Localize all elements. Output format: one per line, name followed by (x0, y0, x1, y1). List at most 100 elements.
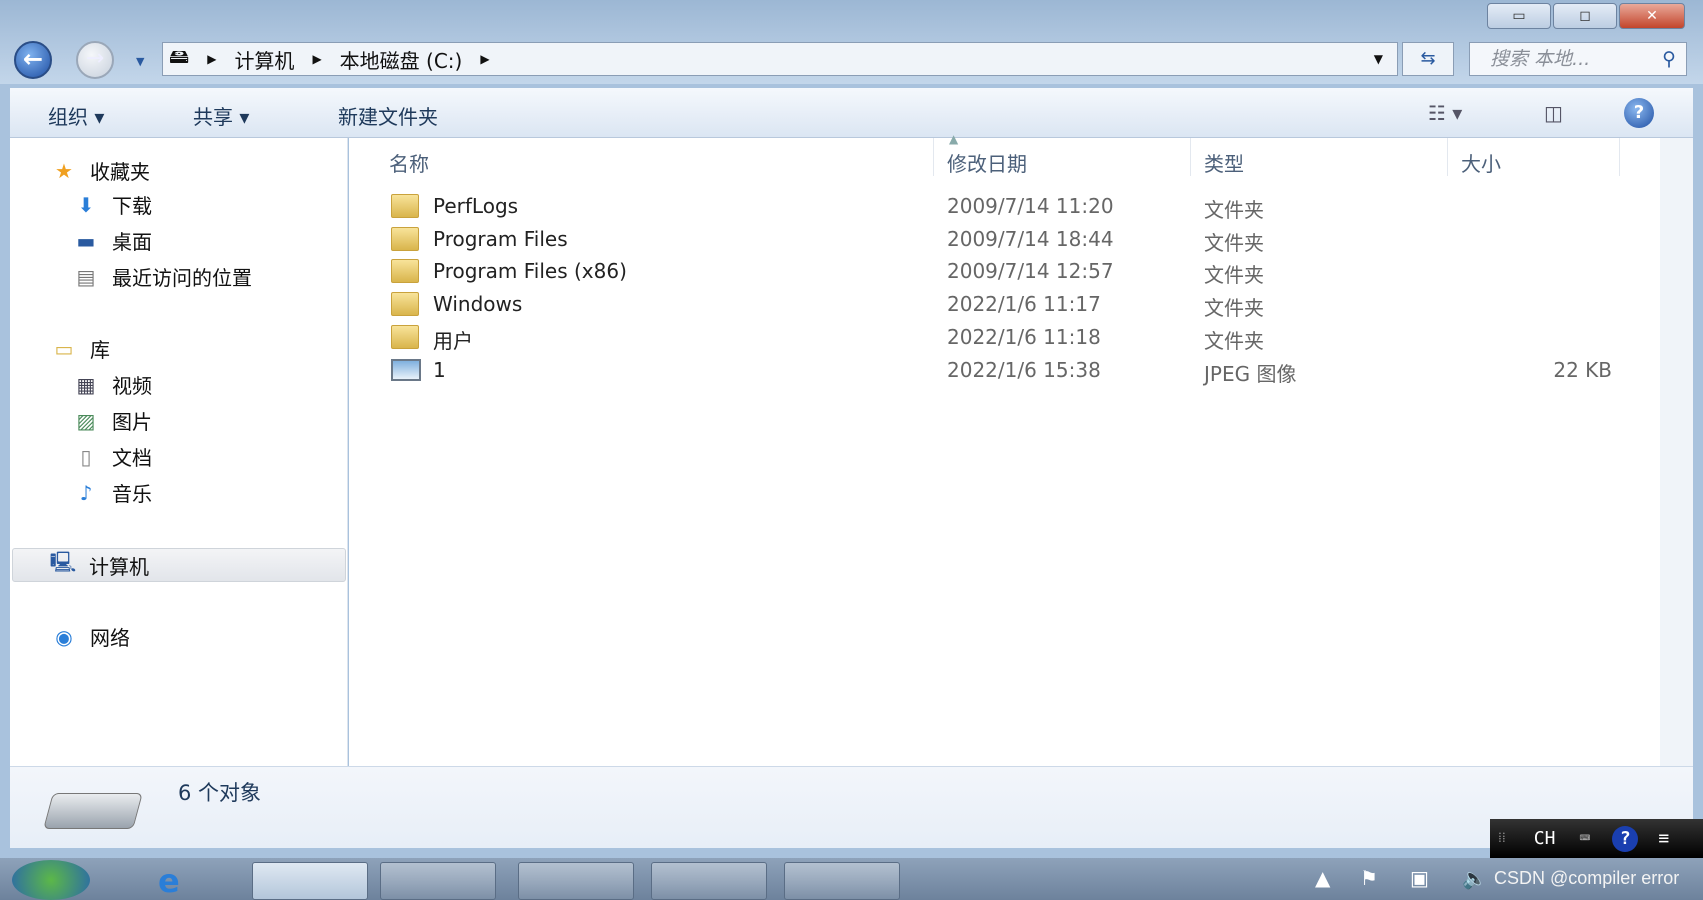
file-list: ▲ 名称 修改日期 类型 大小 PerfLogs 2009/7/14 11:20… (349, 132, 1660, 766)
nav-downloads[interactable]: ⬇ 下载 (70, 190, 152, 219)
nav-label: 收藏夹 (90, 160, 150, 184)
folder-icon (391, 194, 419, 218)
file-row[interactable]: Program Files 2009/7/14 18:44 文件夹 (349, 223, 1660, 255)
file-type: 文件夹 (1204, 328, 1264, 353)
file-row[interactable]: Windows 2022/1/6 11:17 文件夹 (349, 288, 1660, 320)
breadcrumb-local-disk[interactable]: 本地磁盘 (C:) (340, 45, 463, 74)
file-type: 文件夹 (1204, 230, 1264, 255)
video-icon: ▦ (76, 372, 96, 397)
nav-label: 下载 (112, 194, 152, 218)
network-tray-icon[interactable]: ▣ (1410, 866, 1429, 890)
taskbar-server-manager[interactable] (651, 862, 767, 900)
file-name: Program Files (433, 226, 568, 251)
language-bar: ⁞⁞ CH ⌨ ? ≡ (1490, 819, 1703, 858)
recent-places-icon: ▤ (76, 264, 96, 289)
show-hidden-icons[interactable]: ▲ (1315, 866, 1330, 890)
file-name: 1 (433, 357, 446, 382)
nav-network[interactable]: ◉ 网络 (48, 622, 130, 651)
column-name[interactable]: 名称 (389, 148, 429, 177)
organize-button[interactable]: 组织 ▾ (48, 101, 104, 130)
langbar-options-icon[interactable]: ≡ (1658, 828, 1669, 849)
nav-label: 库 (90, 338, 110, 362)
nav-label: 网络 (90, 626, 130, 650)
breadcrumb-computer[interactable]: 计算机 (234, 45, 294, 74)
scrollbar-area (1660, 138, 1693, 766)
maximize-button[interactable]: ◻ (1553, 3, 1617, 29)
action-center-flag-icon[interactable]: ⚑ (1360, 866, 1378, 890)
language-indicator[interactable]: CH (1534, 828, 1556, 849)
taskbar-toolbox[interactable] (518, 862, 634, 900)
file-type: JPEG 图像 (1204, 361, 1297, 386)
document-icon: ▯ (80, 444, 92, 469)
preview-pane-icon[interactable]: ◫ (1544, 101, 1563, 125)
column-type[interactable]: 类型 (1204, 148, 1244, 177)
nav-videos[interactable]: ▦ 视频 (70, 370, 152, 399)
desktop-icon: ▬ (76, 228, 96, 253)
address-dropdown-icon[interactable]: ▼ (1374, 52, 1383, 66)
volume-icon[interactable]: 🔈 (1462, 866, 1487, 890)
view-options-icon[interactable]: ☷ ▾ (1428, 101, 1462, 125)
address-bar[interactable]: 🖴 ▶ 计算机 ▶ 本地磁盘 (C:) ▶ ▼ (162, 42, 1398, 76)
taskbar-media-player[interactable] (380, 862, 496, 900)
pictures-icon: ▨ (76, 408, 96, 433)
refresh-button[interactable]: ⇆ (1402, 42, 1454, 76)
file-type: 文件夹 (1204, 263, 1264, 288)
file-date: 2009/7/14 12:57 (947, 259, 1114, 284)
column-headers: ▲ 名称 修改日期 类型 大小 (349, 132, 1660, 178)
nav-computer[interactable]: 🖳 计算机 (12, 548, 346, 582)
nav-libraries[interactable]: ▭ 库 (48, 334, 110, 363)
file-date: 2022/1/6 15:38 (947, 357, 1101, 382)
search-icon[interactable]: ⚲ (1662, 43, 1676, 75)
nav-label: 计算机 (89, 554, 149, 579)
recent-pages-dropdown[interactable]: ▼ (136, 55, 144, 68)
back-button[interactable]: ← (14, 41, 52, 79)
new-folder-button[interactable]: 新建文件夹 (338, 101, 438, 130)
file-name: Program Files (x86) (433, 259, 627, 284)
file-row[interactable]: Program Files (x86) 2009/7/14 12:57 文件夹 (349, 255, 1660, 287)
chevron-right-icon[interactable]: ▶ (312, 52, 321, 66)
column-size[interactable]: 大小 (1461, 148, 1501, 177)
nav-label: 桌面 (112, 230, 152, 254)
library-icon: ▭ (54, 336, 74, 361)
search-input[interactable]: 搜索 本地... ⚲ (1469, 42, 1687, 76)
command-bar: 组织 ▾ 共享 ▾ 新建文件夹 ☷ ▾ ◫ ? (10, 88, 1693, 138)
file-date: 2009/7/14 11:20 (947, 194, 1114, 218)
nav-music[interactable]: ♪ 音乐 (70, 478, 152, 507)
help-icon[interactable]: ? (1612, 825, 1639, 852)
details-pane: 6 个对象 (10, 766, 1693, 848)
nav-desktop[interactable]: ▬ 桌面 (70, 226, 152, 255)
share-button[interactable]: 共享 ▾ (193, 101, 249, 130)
nav-pictures[interactable]: ▨ 图片 (70, 406, 152, 435)
help-button[interactable]: ? (1624, 98, 1654, 128)
download-folder-icon: ⬇ (77, 192, 95, 217)
file-row[interactable]: 1 2022/1/6 15:38 JPEG 图像 22 KB (349, 354, 1660, 386)
drag-handle-icon[interactable]: ⁞⁞ (1498, 830, 1506, 847)
taskbar-powershell[interactable] (784, 862, 900, 900)
forward-button[interactable]: → (76, 41, 114, 79)
nav-favorites[interactable]: ★ 收藏夹 (48, 156, 150, 185)
folder-icon (391, 292, 419, 317)
chevron-right-icon[interactable]: ▶ (480, 52, 489, 66)
star-icon: ★ (55, 158, 73, 183)
keyboard-icon[interactable]: ⌨ (1579, 828, 1590, 849)
file-date: 2022/1/6 11:17 (947, 292, 1101, 317)
file-row[interactable]: PerfLogs 2009/7/14 11:20 文件夹 (349, 190, 1660, 222)
folder-icon (391, 259, 419, 284)
close-button[interactable]: ✕ (1619, 3, 1685, 29)
internet-explorer-icon[interactable]: e (158, 862, 180, 900)
nav-documents[interactable]: ▯ 文档 (70, 442, 152, 471)
taskbar-explorer[interactable] (252, 862, 368, 900)
minimize-button[interactable]: ▭ (1487, 3, 1551, 29)
image-file-icon (391, 358, 421, 381)
network-icon: ◉ (55, 624, 73, 649)
column-date[interactable]: 修改日期 (947, 148, 1027, 177)
file-size: 22 KB (1553, 357, 1612, 382)
chevron-right-icon[interactable]: ▶ (207, 52, 216, 66)
file-row[interactable]: 用户 2022/1/6 11:18 文件夹 (349, 321, 1660, 353)
sort-ascending-icon: ▲ (949, 132, 959, 146)
taskbar: e (0, 858, 1703, 900)
nav-recent[interactable]: ▤ 最近访问的位置 (70, 262, 252, 291)
navigation-pane: ★ 收藏夹 ⬇ 下载 ▬ 桌面 ▤ 最近访问的位置 ▭ 库 ▦ 视频 ▨ 图片 ▯ 文档 ♪ 音乐… (10, 138, 348, 766)
file-name: PerfLogs (433, 194, 519, 218)
start-button[interactable] (12, 860, 90, 900)
